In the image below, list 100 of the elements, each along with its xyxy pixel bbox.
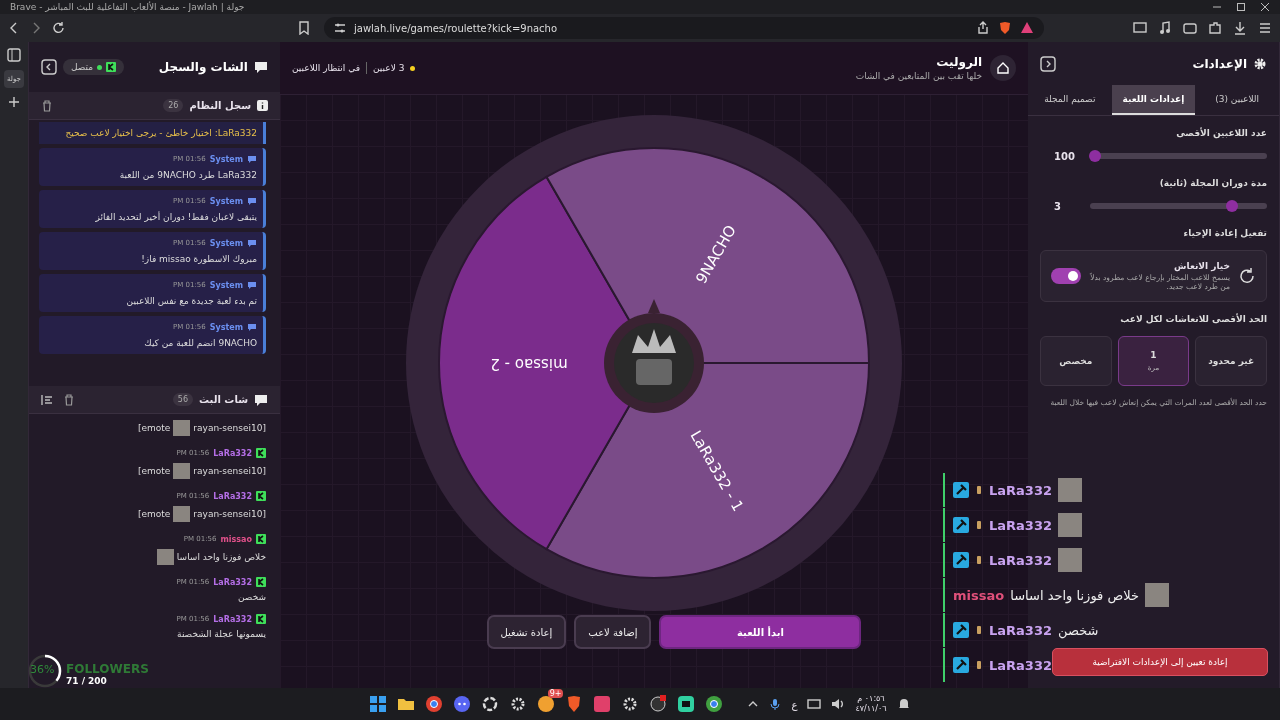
- segment-label: missao - 2: [490, 354, 568, 373]
- username: LaRa332: [989, 657, 1052, 673]
- start-button[interactable]: ابدأ اللعبة: [659, 615, 862, 649]
- author-name: System: [209, 238, 243, 248]
- game-subtitle: خلها تقب بين المتابعين في الشات: [855, 71, 982, 81]
- option-button[interactable]: مخصص: [1040, 336, 1112, 386]
- field-label: مدة دوران المجلة (ثانية): [1158, 178, 1267, 188]
- app-icon[interactable]: [593, 695, 612, 713]
- tab[interactable]: تصميم المجلة: [1028, 85, 1112, 115]
- trash-icon[interactable]: [41, 99, 53, 112]
- emote-image: [173, 420, 191, 436]
- triangle-icon[interactable]: [1020, 21, 1034, 35]
- download-icon[interactable]: [1233, 21, 1247, 35]
- emote-image: [156, 549, 174, 565]
- emote-image: [173, 506, 191, 522]
- puzzle-icon[interactable]: [1208, 21, 1222, 35]
- username[interactable]: LaRa332: [213, 614, 252, 624]
- share-icon[interactable]: [976, 21, 990, 35]
- count-badge: 56: [172, 393, 193, 406]
- controller-icon[interactable]: [453, 695, 472, 713]
- music-icon[interactable]: [1158, 21, 1172, 35]
- username[interactable]: missao: [220, 534, 252, 544]
- browser-icon[interactable]: [425, 695, 444, 713]
- record-icon[interactable]: [649, 695, 668, 713]
- slider[interactable]: [1090, 150, 1267, 162]
- toggle-switch[interactable]: [1051, 268, 1081, 284]
- chat-icon: [254, 392, 268, 407]
- action-button[interactable]: إعادة تشغيل: [486, 615, 567, 649]
- crown-logo-icon: [604, 313, 704, 413]
- tune-icon[interactable]: [334, 21, 346, 35]
- players-count: 3 لاعبين: [373, 63, 405, 73]
- kick-icon: [256, 534, 266, 544]
- sidebar-icon[interactable]: [7, 48, 21, 62]
- action-button[interactable]: إضافة لاعب: [574, 615, 652, 649]
- emote-image: [1058, 478, 1082, 502]
- ring-icon[interactable]: [481, 695, 500, 713]
- message-text: شخصن: [1058, 622, 1099, 638]
- author-name: System: [209, 280, 243, 290]
- home-button[interactable]: [990, 55, 1016, 81]
- emote-image: [173, 463, 191, 479]
- message-text: rayan-sensei10]: [193, 423, 266, 433]
- status-text: متصل: [71, 62, 94, 72]
- menu-icon[interactable]: [1258, 21, 1272, 35]
- emote-image: [1058, 513, 1082, 537]
- author-name: System: [209, 196, 243, 206]
- address-bar[interactable]: jawlah.live/games/roulette?kick=9nacho: [324, 17, 1044, 39]
- field-label: عدد اللاعبين الأقصى: [1175, 128, 1267, 138]
- monitor-icon[interactable]: [807, 698, 822, 710]
- hammer-icon: [953, 552, 969, 568]
- message-text: مبروك الاسطورة missao فاز!: [140, 254, 257, 264]
- collapse-icon[interactable]: [1040, 55, 1056, 72]
- collapse-icon[interactable]: [41, 59, 57, 75]
- username: missao: [953, 587, 1005, 603]
- slider-thumb[interactable]: [1225, 200, 1238, 212]
- clock-time[interactable]: ٠١:٥٦ م: [857, 694, 885, 704]
- message-text: rayan-sensei10]: [193, 509, 266, 519]
- wallet-icon[interactable]: [1183, 21, 1197, 35]
- clock-date[interactable]: ٤٧/١١/٠٦: [855, 704, 887, 714]
- username: LaRa332: [989, 517, 1052, 533]
- info-icon: [257, 100, 268, 111]
- message-text: [emote: [137, 466, 171, 476]
- username[interactable]: LaRa332: [213, 577, 252, 587]
- tab[interactable]: اللاعبين (3): [1195, 85, 1279, 115]
- tab[interactable]: إعدادات اللعبة: [1111, 85, 1196, 115]
- section-title: سجل النظام: [189, 100, 251, 111]
- input-language[interactable]: ع: [791, 698, 798, 710]
- reload-icon[interactable]: [52, 21, 66, 35]
- settings-icon: [1253, 56, 1267, 71]
- badge-icon: [975, 485, 983, 495]
- slider-value: 100: [1054, 150, 1076, 162]
- microphone-icon[interactable]: [769, 697, 782, 711]
- badge-icon: [975, 660, 983, 670]
- section-heading: الحد الأقصى للانعاشات لكل لاعب: [1119, 314, 1267, 324]
- username[interactable]: LaRa332: [213, 448, 252, 458]
- maximize-icon[interactable]: [1236, 2, 1246, 12]
- plus-icon[interactable]: [8, 96, 20, 108]
- trash-icon[interactable]: [63, 393, 75, 406]
- close-icon[interactable]: [1260, 2, 1270, 12]
- message-text: يسمونها عجلة الشخصنة: [177, 629, 266, 639]
- bot-icon: [247, 238, 257, 248]
- hammer-icon: [953, 482, 969, 498]
- align-icon[interactable]: [41, 393, 53, 406]
- badge-icon: [975, 555, 983, 565]
- kick-icon: [256, 491, 266, 501]
- username: LaRa332: [989, 622, 1052, 638]
- bookmark-icon[interactable]: [298, 21, 310, 35]
- browser-icon[interactable]: [705, 695, 724, 713]
- hammer-icon: [953, 517, 969, 533]
- speaker-icon[interactable]: [831, 697, 846, 711]
- username: LaRa332: [989, 552, 1052, 568]
- slider[interactable]: [1090, 200, 1267, 212]
- username[interactable]: LaRa332: [213, 491, 252, 501]
- start-icon[interactable]: [369, 695, 388, 713]
- hammer-icon: [953, 622, 969, 638]
- option-button[interactable]: غير محدود: [1195, 336, 1267, 386]
- message-text: [emote: [137, 509, 171, 519]
- slider-thumb[interactable]: [1089, 150, 1102, 162]
- screen-icon[interactable]: [1133, 21, 1147, 35]
- toast-message: إعادة تعيين إلى الإعدادات الافتراضية: [1052, 648, 1268, 676]
- kick-icon: [256, 577, 266, 587]
